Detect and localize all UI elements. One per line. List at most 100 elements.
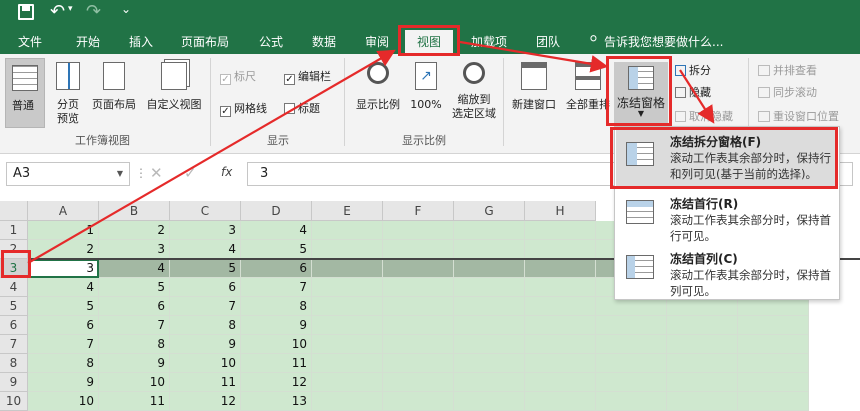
tab-insert[interactable]: 插入 (129, 33, 153, 50)
table-cell[interactable] (667, 392, 738, 411)
insert-function-icon[interactable]: fx (221, 165, 232, 179)
table-cell[interactable]: 7 (99, 316, 170, 335)
table-cell[interactable] (383, 240, 454, 259)
table-cell[interactable]: 6 (241, 259, 312, 278)
table-cell[interactable]: 9 (99, 354, 170, 373)
table-cell[interactable] (454, 316, 525, 335)
table-cell[interactable] (383, 316, 454, 335)
table-cell[interactable]: 4 (241, 221, 312, 240)
table-cell[interactable]: 4 (28, 278, 99, 297)
table-cell[interactable] (525, 240, 596, 259)
table-cell[interactable]: 3 (28, 259, 99, 278)
column-header[interactable]: C (170, 201, 241, 221)
table-cell[interactable]: 12 (170, 392, 241, 411)
table-cell[interactable] (454, 240, 525, 259)
select-all-corner[interactable] (0, 201, 28, 221)
freeze-top-row-item[interactable]: 冻结首行(R) 滚动工作表其余部分时，保持首行可见。 (616, 190, 838, 246)
freeze-first-column-item[interactable]: 冻结首列(C) 滚动工作表其余部分时，保持首列可见。 (616, 245, 838, 301)
row-header[interactable]: 6 (0, 316, 28, 335)
table-cell[interactable]: 5 (241, 240, 312, 259)
table-cell[interactable] (525, 259, 596, 278)
table-cell[interactable]: 10 (28, 392, 99, 411)
drag-handle-icon[interactable]: ⋮ (135, 166, 147, 180)
table-cell[interactable] (312, 240, 383, 259)
table-cell[interactable] (454, 259, 525, 278)
table-cell[interactable]: 13 (241, 392, 312, 411)
table-cell[interactable] (454, 392, 525, 411)
table-cell[interactable] (525, 392, 596, 411)
column-header[interactable]: D (241, 201, 312, 221)
table-cell[interactable] (312, 259, 383, 278)
table-cell[interactable] (454, 278, 525, 297)
table-cell[interactable]: 4 (170, 240, 241, 259)
table-cell[interactable] (383, 278, 454, 297)
table-cell[interactable] (454, 373, 525, 392)
tab-review[interactable]: 审阅 (365, 33, 389, 50)
tab-file[interactable]: 文件 (18, 33, 42, 50)
table-cell[interactable] (738, 335, 809, 354)
table-cell[interactable]: 11 (170, 373, 241, 392)
tab-page-layout[interactable]: 页面布局 (181, 33, 229, 50)
table-cell[interactable] (667, 354, 738, 373)
zoom-button[interactable]: 显示比例 (352, 58, 404, 112)
customize-qat-icon[interactable]: ⌄ (121, 2, 131, 16)
row-header[interactable]: 1 (0, 221, 28, 240)
table-cell[interactable]: 8 (241, 297, 312, 316)
unhide-button[interactable]: 取消隐藏 (675, 108, 733, 124)
row-header[interactable]: 7 (0, 335, 28, 354)
headings-checkbox[interactable]: 标题 (284, 100, 320, 116)
column-header[interactable]: H (525, 201, 596, 221)
hide-button[interactable]: 隐藏 (675, 84, 711, 100)
table-cell[interactable] (667, 316, 738, 335)
table-cell[interactable]: 5 (170, 259, 241, 278)
table-cell[interactable]: 6 (99, 297, 170, 316)
cancel-icon[interactable]: ✕ (150, 164, 163, 182)
table-cell[interactable] (383, 221, 454, 240)
undo-icon[interactable]: ↶ (50, 1, 65, 22)
table-cell[interactable] (525, 354, 596, 373)
normal-view-button[interactable]: 普通 (5, 58, 45, 128)
table-cell[interactable]: 8 (99, 335, 170, 354)
table-cell[interactable] (454, 221, 525, 240)
table-cell[interactable] (312, 392, 383, 411)
column-header[interactable]: F (383, 201, 454, 221)
view-side-by-side-button[interactable]: 并排查看 (758, 62, 817, 78)
table-cell[interactable] (383, 259, 454, 278)
table-cell[interactable] (454, 354, 525, 373)
table-cell[interactable] (738, 392, 809, 411)
table-cell[interactable] (312, 373, 383, 392)
table-cell[interactable]: 9 (241, 316, 312, 335)
column-header[interactable]: E (312, 201, 383, 221)
table-cell[interactable]: 9 (28, 373, 99, 392)
tab-formulas[interactable]: 公式 (259, 33, 283, 50)
table-cell[interactable]: 7 (170, 297, 241, 316)
table-cell[interactable]: 2 (99, 221, 170, 240)
table-cell[interactable] (383, 354, 454, 373)
table-cell[interactable] (525, 297, 596, 316)
table-cell[interactable] (596, 373, 667, 392)
row-header[interactable]: 4 (0, 278, 28, 297)
table-cell[interactable] (383, 373, 454, 392)
reset-window-position-button[interactable]: 重设窗口位置 (758, 108, 839, 124)
table-cell[interactable] (525, 316, 596, 335)
table-cell[interactable] (596, 316, 667, 335)
table-cell[interactable]: 3 (99, 240, 170, 259)
table-cell[interactable]: 10 (99, 373, 170, 392)
table-cell[interactable]: 6 (170, 278, 241, 297)
column-header[interactable]: G (454, 201, 525, 221)
custom-views-button[interactable]: 自定义视图 (142, 58, 206, 112)
save-icon[interactable] (18, 4, 34, 20)
table-cell[interactable]: 3 (170, 221, 241, 240)
table-cell[interactable] (738, 354, 809, 373)
table-cell[interactable] (667, 373, 738, 392)
table-cell[interactable] (312, 297, 383, 316)
row-header[interactable]: 9 (0, 373, 28, 392)
table-cell[interactable]: 11 (99, 392, 170, 411)
table-cell[interactable] (383, 335, 454, 354)
table-cell[interactable] (596, 335, 667, 354)
tab-addins[interactable]: 加载项 (471, 33, 507, 50)
gridlines-checkbox[interactable]: ✓ 网格线 (220, 100, 267, 117)
column-header[interactable]: B (99, 201, 170, 221)
table-cell[interactable] (312, 335, 383, 354)
table-cell[interactable]: 11 (241, 354, 312, 373)
